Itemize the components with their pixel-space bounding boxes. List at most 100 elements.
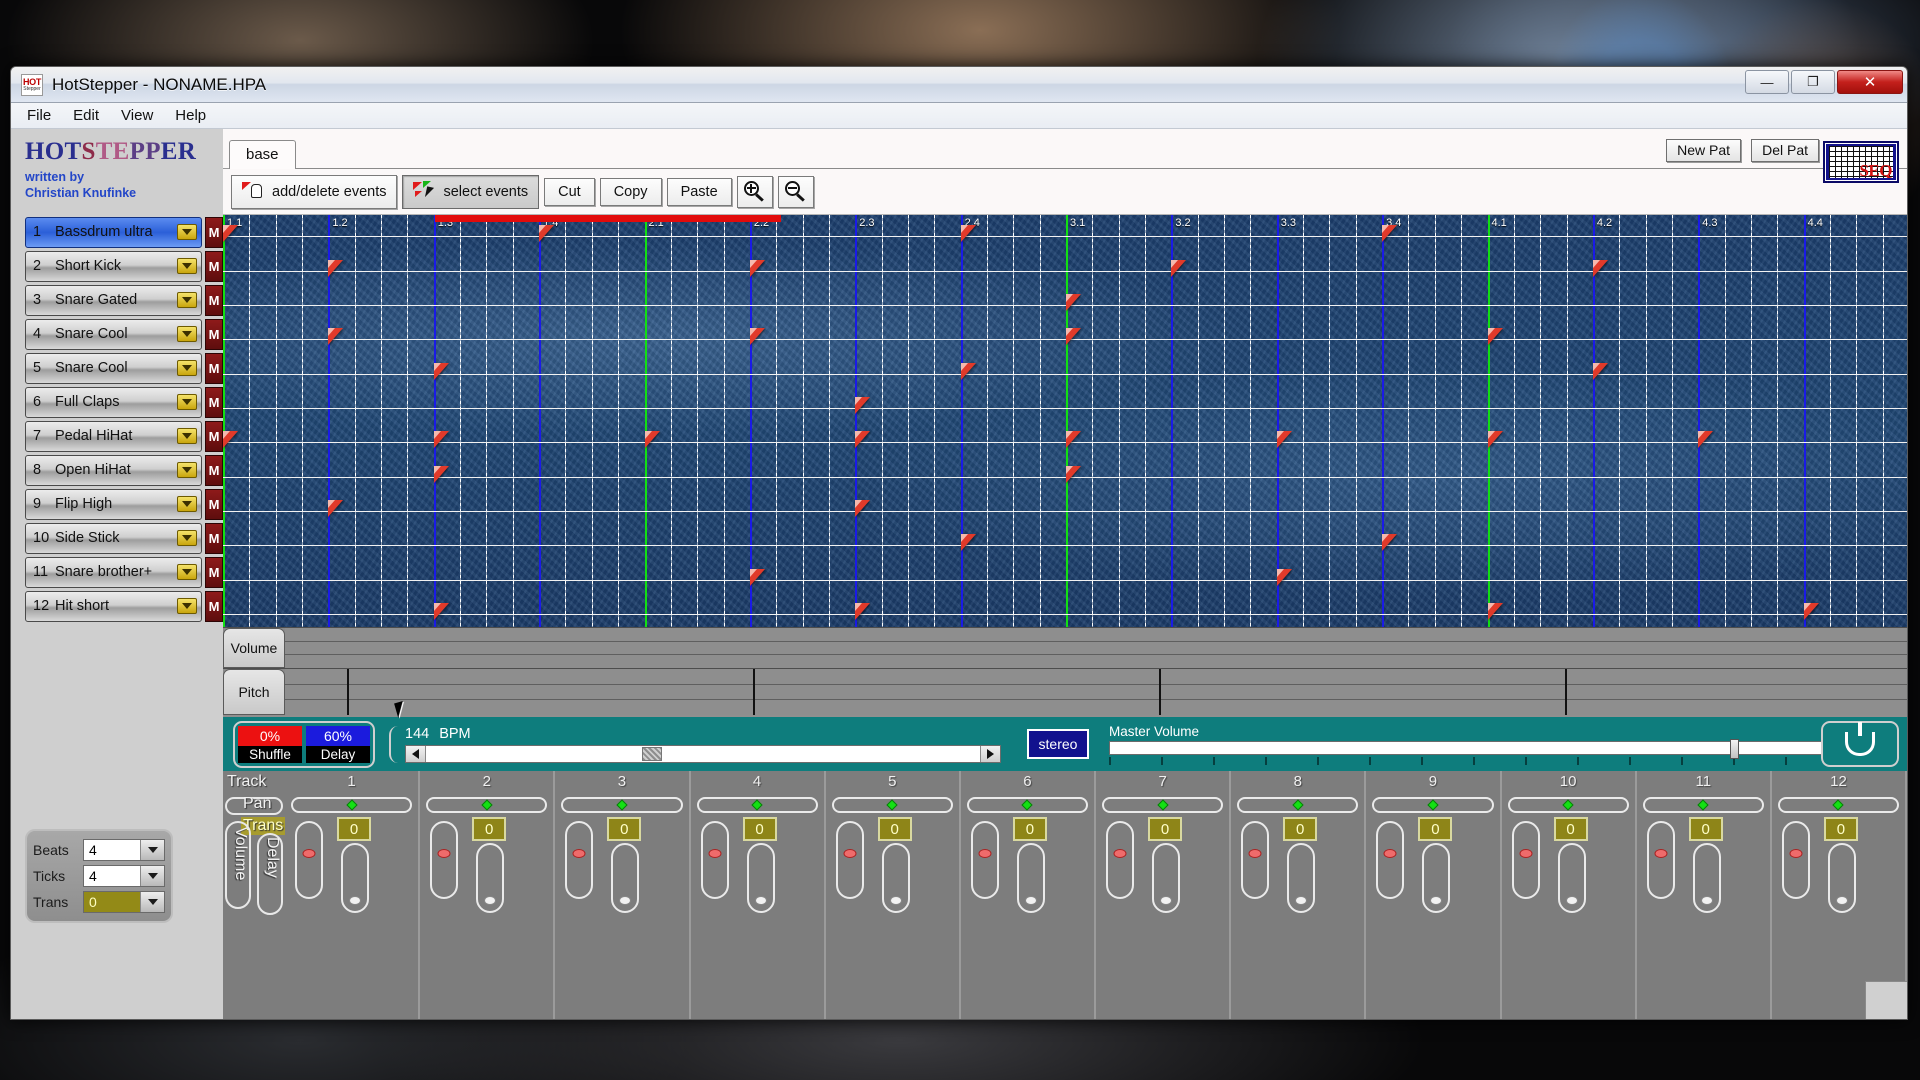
delay-knob[interactable] [1836, 896, 1848, 905]
mixer-strip[interactable]: 40 [691, 771, 826, 1019]
cut-button[interactable]: Cut [544, 178, 595, 206]
track-name-cell[interactable]: 1Bassdrum ultra [25, 217, 202, 248]
track-mute-button[interactable]: M [205, 353, 223, 384]
volume-slider[interactable] [295, 821, 323, 899]
copy-button[interactable]: Copy [600, 178, 662, 206]
volume-slider[interactable] [836, 821, 864, 899]
note-event[interactable] [223, 225, 238, 242]
note-event[interactable] [855, 500, 870, 517]
delay-slider[interactable] [1152, 843, 1180, 913]
track-mute-button[interactable]: M [205, 489, 223, 520]
note-event[interactable] [1382, 225, 1397, 242]
track-name-cell[interactable]: 9Flip High [25, 489, 202, 520]
pan-knob[interactable] [1562, 799, 1573, 810]
pan-knob[interactable] [887, 799, 898, 810]
sequencer-grid[interactable]: 1.11.21.31.42.12.22.32.43.13.23.33.44.14… [223, 215, 1907, 627]
delay-knob[interactable] [1566, 896, 1578, 905]
pan-slider[interactable] [1778, 797, 1899, 813]
note-event[interactable] [1593, 363, 1608, 380]
note-event[interactable] [328, 328, 343, 345]
tempo-scroll-thumb[interactable] [642, 747, 662, 761]
delay-knob[interactable] [619, 896, 631, 905]
mixer-strip[interactable]: 80 [1231, 771, 1366, 1019]
track-row[interactable]: 5Snare CoolM [11, 351, 223, 385]
delay-knob[interactable] [755, 896, 767, 905]
strip-trans-value[interactable]: 0 [607, 817, 641, 841]
note-event[interactable] [1277, 431, 1292, 448]
note-event[interactable] [855, 397, 870, 414]
delete-pattern-button[interactable]: Del Pat [1751, 139, 1819, 162]
note-event[interactable] [1488, 603, 1503, 620]
param-field[interactable]: 4 [83, 865, 165, 887]
volume-knob[interactable] [1114, 849, 1127, 858]
volume-slider[interactable] [1782, 821, 1810, 899]
mixer-strip[interactable]: 30 [555, 771, 690, 1019]
track-row[interactable]: 7Pedal HiHatM [11, 419, 223, 453]
delay-knob[interactable] [1295, 896, 1307, 905]
param-row-beats[interactable]: Beats4 [33, 837, 165, 863]
volume-knob[interactable] [303, 849, 316, 858]
note-event[interactable] [961, 363, 976, 380]
volume-slider[interactable] [565, 821, 593, 899]
chevron-down-icon[interactable] [140, 866, 164, 886]
volume-knob[interactable] [1789, 849, 1802, 858]
strip-trans-value[interactable]: 0 [1824, 817, 1858, 841]
delay-knob[interactable] [1025, 896, 1037, 905]
strip-trans-value[interactable]: 0 [743, 817, 777, 841]
note-event[interactable] [1171, 260, 1186, 277]
paste-button[interactable]: Paste [667, 178, 732, 206]
track-name-cell[interactable]: 4Snare Cool [25, 319, 202, 350]
mixer-strip[interactable]: 50 [826, 771, 961, 1019]
menu-item-view[interactable]: View [121, 107, 153, 124]
pan-knob[interactable] [616, 799, 627, 810]
note-event[interactable] [328, 260, 343, 277]
track-name-cell[interactable]: 3Snare Gated [25, 285, 202, 316]
pan-knob[interactable] [1157, 799, 1168, 810]
track-mute-button[interactable]: M [205, 455, 223, 486]
delay-slider[interactable] [747, 843, 775, 913]
strip-trans-value[interactable]: 0 [1418, 817, 1452, 841]
delay-knob[interactable] [890, 896, 902, 905]
param-field[interactable]: 0 [83, 891, 165, 913]
param-row-ticks[interactable]: Ticks4 [33, 863, 165, 889]
master-volume-slider[interactable] [1109, 741, 1849, 755]
track-mute-button[interactable]: M [205, 251, 223, 282]
track-name-cell[interactable]: 12Hit short [25, 591, 202, 622]
volume-knob[interactable] [843, 849, 856, 858]
track-mute-button[interactable]: M [205, 319, 223, 350]
chevron-down-icon[interactable] [140, 892, 164, 912]
note-event[interactable] [1593, 260, 1608, 277]
track-dropdown-icon[interactable] [177, 564, 197, 580]
delay-knob[interactable] [1430, 896, 1442, 905]
track-row[interactable]: 6Full ClapsM [11, 385, 223, 419]
tab-base[interactable]: base [229, 140, 296, 169]
maximize-button[interactable]: ❐ [1791, 70, 1835, 94]
tempo-scrollbar[interactable] [405, 745, 1001, 763]
track-mute-button[interactable]: M [205, 523, 223, 554]
track-name-cell[interactable]: 10Side Stick [25, 523, 202, 554]
volume-knob[interactable] [573, 849, 586, 858]
pan-slider[interactable] [967, 797, 1088, 813]
volume-knob[interactable] [1519, 849, 1532, 858]
note-event[interactable] [855, 431, 870, 448]
track-dropdown-icon[interactable] [177, 462, 197, 478]
track-name-cell[interactable]: 5Snare Cool [25, 353, 202, 384]
delay-slider[interactable] [1693, 843, 1721, 913]
note-event[interactable] [223, 431, 238, 448]
mixer-strip[interactable]: 100 [1502, 771, 1637, 1019]
note-event[interactable] [434, 431, 449, 448]
new-pattern-button[interactable]: New Pat [1666, 139, 1741, 162]
track-dropdown-icon[interactable] [177, 224, 197, 240]
menu-item-file[interactable]: File [27, 107, 51, 124]
track-row[interactable]: 1Bassdrum ultraM [11, 215, 223, 249]
track-row[interactable]: 2Short KickM [11, 249, 223, 283]
track-dropdown-icon[interactable] [177, 530, 197, 546]
delay-knob[interactable] [1701, 896, 1713, 905]
pan-knob[interactable] [1022, 799, 1033, 810]
playhead-range-bar[interactable] [435, 215, 781, 222]
volume-knob[interactable] [978, 849, 991, 858]
delay-slider[interactable] [882, 843, 910, 913]
delay-slider[interactable] [1828, 843, 1856, 913]
pan-slider[interactable] [1372, 797, 1493, 813]
volume-lane-label[interactable]: Volume [223, 628, 285, 668]
